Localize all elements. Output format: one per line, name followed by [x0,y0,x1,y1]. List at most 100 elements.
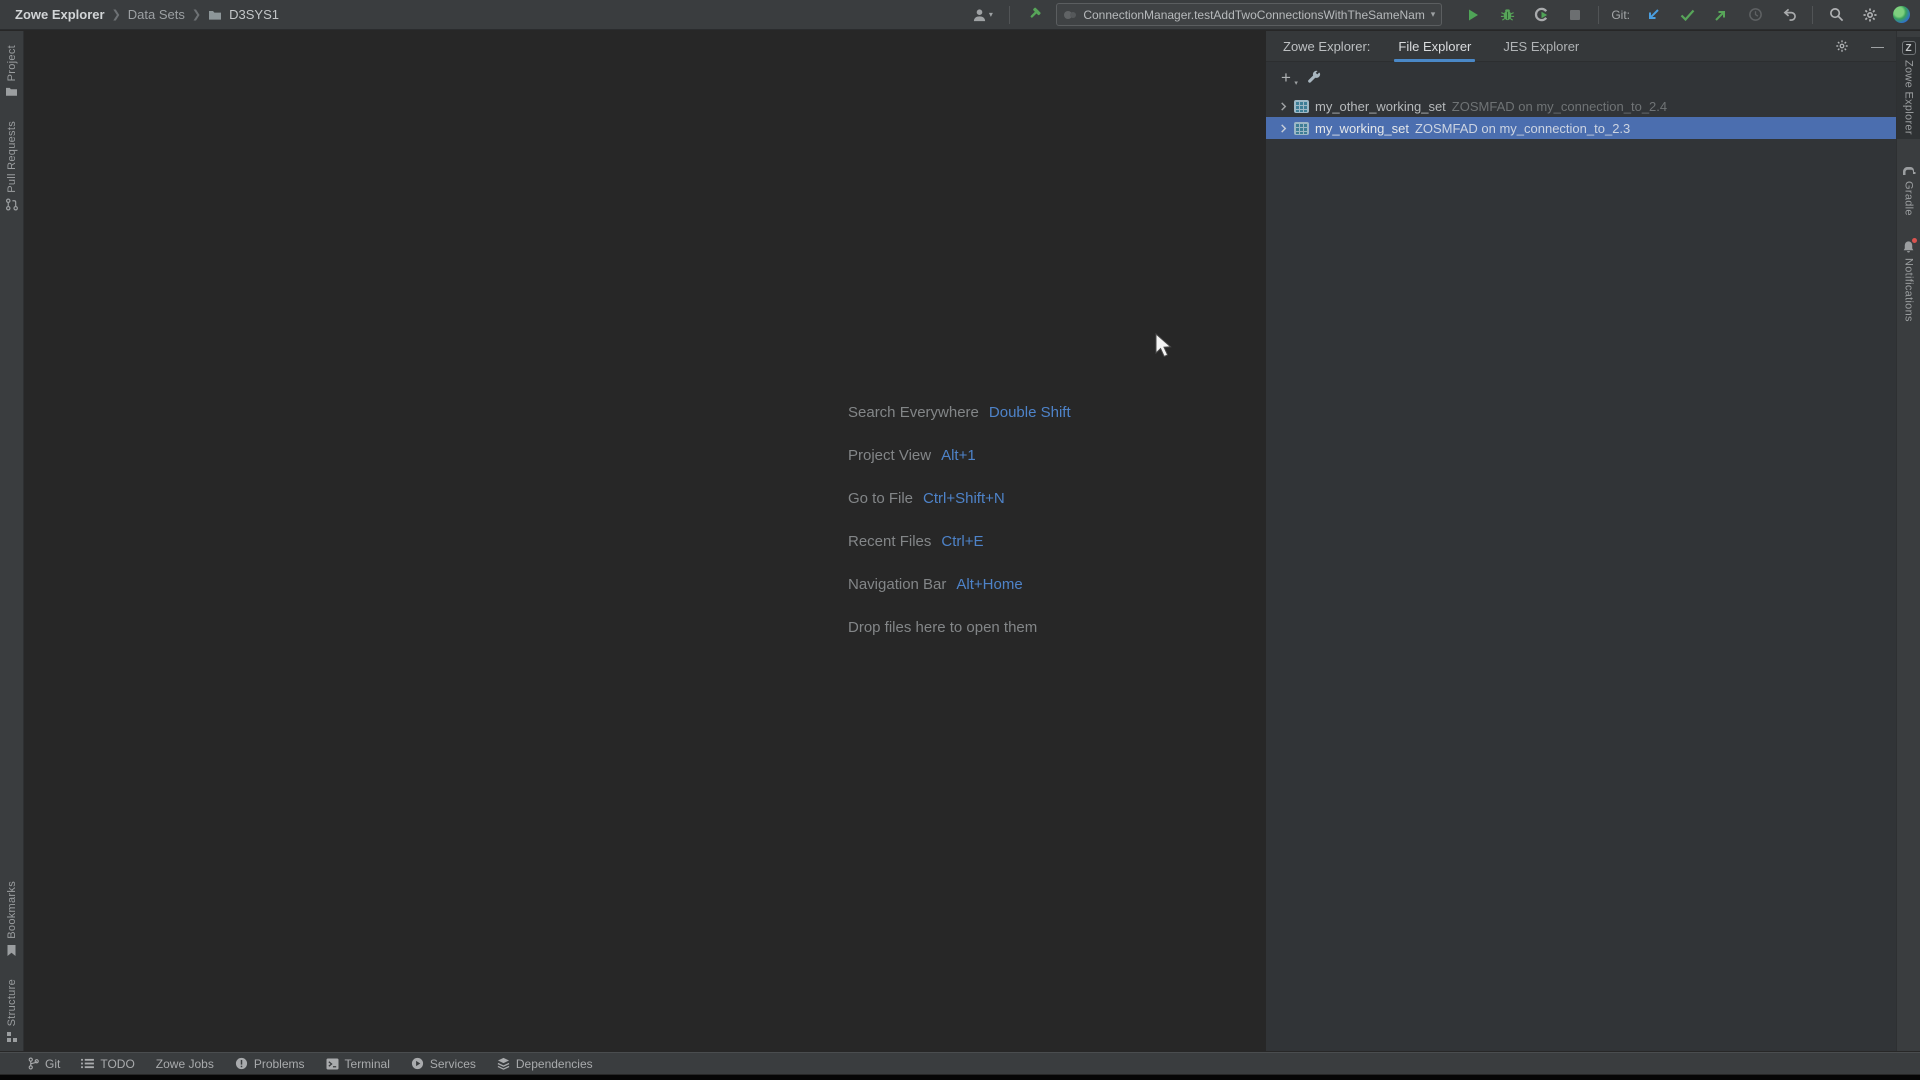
sidebar-item-project[interactable]: Project [0,41,24,101]
settings-gear-icon[interactable] [1859,4,1881,26]
rollback-icon[interactable] [1778,4,1800,26]
main-toolbar: Zowe Explorer ❯ Data Sets ❯ D3SYS1 ▾ Con… [0,0,1920,30]
tool-window-header: Zowe Explorer: File Explorer JES Explore… [1266,31,1896,62]
right-tool-window-stripe: Z Zowe Explorer Gradle Notifications [1896,31,1920,1051]
shortcut-keys: Ctrl+Shift+N [923,490,1005,507]
status-bar: Git TODO Zowe Jobs Problems Terminal Ser… [0,1052,1920,1074]
history-clock-icon[interactable] [1744,4,1766,26]
panel-title: Zowe Explorer: [1283,38,1371,54]
run-config-icon [1063,9,1077,21]
wrench-settings-icon[interactable] [1307,69,1323,85]
keyboard-shortcuts-hint: Search Everywhere Double Shift Project Vi… [848,391,1071,649]
structure-icon [6,1031,18,1043]
toolbar-divider [1009,5,1011,24]
folder-icon [5,86,18,97]
statusbar-item-git[interactable]: Git [28,1057,60,1071]
drop-files-hint: Drop files here to open them [848,619,1038,636]
tab-jes-explorer[interactable]: JES Explorer [1503,31,1579,62]
working-set-tree: my_other_working_set ZOSMFAD on my_conne… [1266,92,1896,139]
statusbar-item-problems[interactable]: Problems [235,1057,305,1071]
toolbar-divider [1812,5,1813,24]
minimize-icon[interactable]: — [1871,39,1884,54]
chevron-down-icon: ▾ [1430,9,1436,19]
git-push-button[interactable] [1710,4,1732,26]
statusbar-item-zowe-jobs[interactable]: Zowe Jobs [156,1057,214,1071]
stop-button[interactable] [1564,4,1586,26]
shortcut-label: Navigation Bar [848,576,947,593]
statusbar-item-services[interactable]: Services [411,1057,476,1071]
chevron-down-icon: ▾ [1294,79,1298,87]
editor-empty-area: Search Everywhere Double Shift Project Vi… [25,31,1266,1051]
notifications-bell-icon [1902,237,1917,253]
bookmarks-label: Bookmarks [5,880,18,939]
panel-tabs: File Explorer JES Explorer [1394,31,1579,62]
zowe-explorer-panel: Zowe Explorer: File Explorer JES Explore… [1266,31,1896,1051]
zowe-icon: Z [1901,41,1916,55]
shortcut-label: Go to File [848,490,914,507]
sidebar-item-zowe-explorer[interactable]: Z Zowe Explorer [1896,37,1920,139]
toolbar-actions: ▾ ConnectionManager.testAddTwoConnection… [967,3,1920,26]
structure-label: Structure [5,978,18,1026]
ide-window: Zowe Explorer ❯ Data Sets ❯ D3SYS1 ▾ Con… [0,0,1920,1080]
tree-row-working-set[interactable]: my_working_set ZOSMFAD on my_connection_… [1266,117,1896,139]
statusbar-item-todo[interactable]: TODO [81,1057,135,1071]
panel-toolbar: + ▾ [1266,62,1896,92]
run-button[interactable] [1462,4,1484,26]
breadcrumb-folder-icon [208,9,222,21]
shortcut-keys: Double Shift [988,404,1071,421]
shortcut-keys: Alt+Home [956,576,1023,593]
user-account-button[interactable]: ▾ [967,4,997,26]
dataset-icon [1294,99,1309,113]
code-with-me-globe-icon[interactable] [1893,6,1910,23]
chevron-down-icon: ▾ [988,10,993,19]
run-with-coverage-button[interactable] [1530,4,1552,26]
sidebar-item-gradle[interactable]: Gradle [1897,161,1920,220]
search-everywhere-icon[interactable] [1825,4,1847,26]
working-set-detail: ZOSMFAD on my_connection_to_2.4 [1451,98,1668,114]
shortcut-label: Recent Files [848,533,932,550]
left-tool-window-stripe: Project Pull Requests Bookmarks Structur… [0,31,24,1051]
gradle-icon [1902,165,1916,176]
debug-button[interactable] [1496,4,1518,26]
tree-row-other-working-set[interactable]: my_other_working_set ZOSMFAD on my_conne… [1266,95,1896,117]
git-branch-icon [28,1057,39,1070]
breadcrumb-item[interactable]: D3SYS1 [229,7,279,22]
sidebar-item-pull-requests[interactable]: Pull Requests [0,117,24,215]
project-label: Project [5,45,18,82]
problems-icon [235,1057,247,1070]
statusbar-item-dependencies[interactable]: Dependencies [497,1057,593,1071]
window-edge [0,1075,1920,1080]
pull-requests-label: Pull Requests [5,121,18,194]
breadcrumb-root[interactable]: Zowe Explorer [15,7,105,22]
working-set-name: my_working_set [1315,120,1409,136]
breadcrumb-section[interactable]: Data Sets [128,7,185,22]
toolbar-divider [1598,5,1600,24]
statusbar-item-terminal[interactable]: Terminal [326,1057,390,1071]
sidebar-item-notifications[interactable]: Notifications [1897,236,1920,326]
shortcut-keys: Ctrl+E [941,533,984,550]
services-icon [411,1057,423,1070]
pull-request-icon [5,198,18,211]
git-update-button[interactable] [1642,4,1664,26]
shortcut-keys: Alt+1 [941,447,976,464]
build-hammer-icon[interactable] [1022,4,1044,26]
notification-dot [1912,237,1917,243]
panel-settings-gear-icon[interactable] [1831,35,1853,57]
tab-file-explorer[interactable]: File Explorer [1394,31,1476,62]
working-set-name: my_other_working_set [1315,98,1446,114]
working-set-detail: ZOSMFAD on my_connection_to_2.3 [1414,120,1631,136]
todo-list-icon [81,1058,95,1069]
sidebar-item-structure[interactable]: Structure [0,975,24,1047]
git-commit-button[interactable] [1676,4,1698,26]
bookmark-icon [6,944,17,957]
chevron-right-icon[interactable] [1278,101,1288,111]
sidebar-item-bookmarks[interactable]: Bookmarks [0,877,24,961]
run-configuration-select[interactable]: ConnectionManager.testAddTwoConnectionsW… [1056,3,1443,26]
breadcrumb-separator-icon: ❯ [191,9,202,21]
git-label: Git: [1611,7,1630,22]
add-working-set-button[interactable]: + ▾ [1281,69,1298,87]
chevron-right-icon[interactable] [1278,123,1288,133]
gradle-label: Gradle [1902,180,1915,216]
dataset-icon [1294,121,1309,135]
terminal-icon [326,1057,339,1070]
